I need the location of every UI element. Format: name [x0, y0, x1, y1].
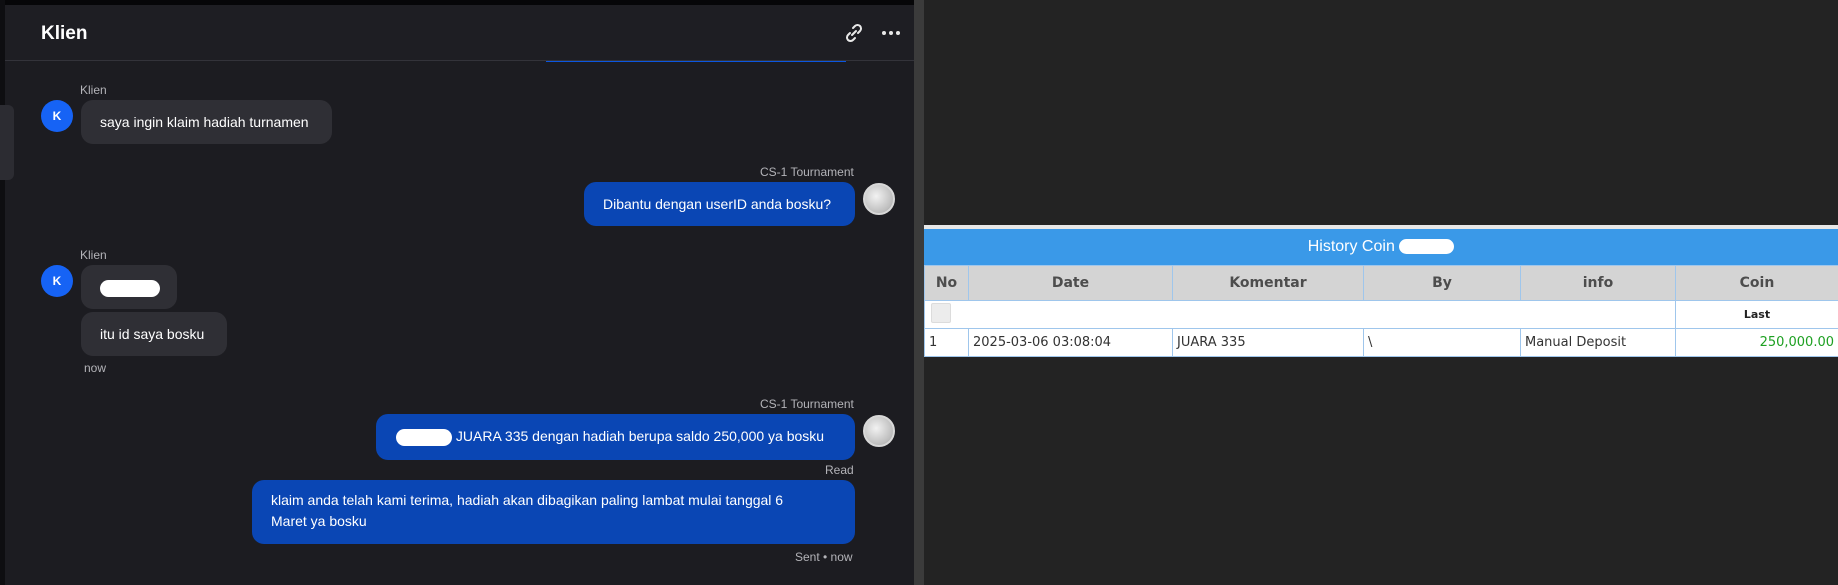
- redacted-username: [1399, 239, 1455, 255]
- coin-history-table: No Date Komentar By info Coin Last 1 202…: [924, 265, 1838, 357]
- left-strip: [0, 0, 5, 585]
- chat-title: Klien: [41, 23, 88, 44]
- message-sender: Klien: [80, 83, 107, 97]
- table-subheader-row: Last: [924, 300, 1838, 329]
- redacted-user-id: [396, 428, 452, 446]
- previous-message-edge: [546, 61, 846, 62]
- message-status: Read: [825, 463, 854, 477]
- coin-history-title: History Coin: [1307, 238, 1395, 255]
- coin-history-title-bar: History Coin: [924, 229, 1838, 265]
- column-header-coin[interactable]: Coin: [1675, 265, 1838, 301]
- link-icon[interactable]: [842, 21, 866, 45]
- more-options-icon[interactable]: [879, 21, 903, 45]
- message-sender: Klien: [80, 248, 107, 262]
- cell-coin: 250,000.00: [1675, 328, 1838, 357]
- message-text: JUARA 335 dengan hadiah berupa saldo 250…: [455, 428, 825, 444]
- agent-avatar: [863, 415, 895, 447]
- cell-date: 2025-03-06 03:08:04: [968, 328, 1173, 357]
- select-checkbox[interactable]: [931, 302, 951, 323]
- client-avatar: K: [41, 265, 73, 297]
- chat-header: Klien: [5, 5, 914, 61]
- coin-last-label: Last: [1675, 300, 1838, 329]
- column-header-no[interactable]: No: [924, 265, 969, 301]
- message-sender: CS-1 Tournament: [760, 397, 854, 411]
- message-sender: CS-1 Tournament: [760, 165, 854, 179]
- cell-no: 1: [924, 328, 969, 357]
- coin-history-window: History Coin No Date Komentar By info Co…: [924, 225, 1838, 357]
- coin-history-panel: History Coin No Date Komentar By info Co…: [924, 0, 1838, 585]
- message-bubble: JUARA 335 dengan hadiah berupa saldo 250…: [376, 414, 855, 460]
- message-status: Sent • now: [795, 550, 853, 564]
- column-header-by[interactable]: By: [1363, 265, 1521, 301]
- cell-by: \: [1363, 328, 1521, 357]
- column-header-komentar[interactable]: Komentar: [1172, 265, 1364, 301]
- redacted-message-bubble: [81, 265, 177, 309]
- table-row[interactable]: 1 2025-03-06 03:08:04 JUARA 335 \ Manual…: [924, 328, 1838, 357]
- cell-komentar: JUARA 335: [1172, 328, 1364, 357]
- redacted-user-id: [100, 279, 160, 297]
- client-avatar: K: [41, 100, 73, 132]
- column-header-date[interactable]: Date: [968, 265, 1173, 301]
- scroll-indicator[interactable]: [0, 105, 14, 180]
- message-bubble: klaim anda telah kami terima, hadiah aka…: [252, 480, 855, 544]
- chat-panel: Klien Klien K saya ingin klaim hadiah tu…: [0, 0, 914, 585]
- message-bubble: Dibantu dengan userID anda bosku?: [584, 182, 855, 226]
- panel-divider: [914, 0, 924, 585]
- message-time: now: [84, 361, 107, 375]
- message-bubble: saya ingin klaim hadiah turnamen: [81, 100, 332, 144]
- cell-info: Manual Deposit: [1520, 328, 1676, 357]
- agent-avatar: [863, 183, 895, 215]
- column-header-info[interactable]: info: [1520, 265, 1676, 301]
- message-bubble: itu id saya bosku: [81, 312, 227, 356]
